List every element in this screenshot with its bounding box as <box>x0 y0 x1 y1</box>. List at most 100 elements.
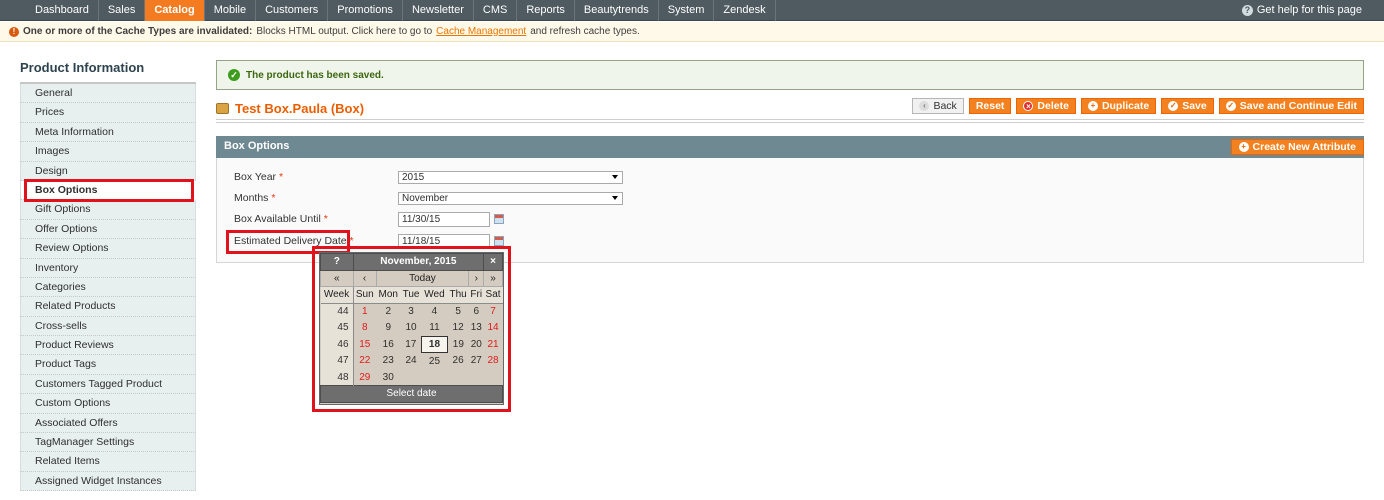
calendar-day[interactable]: 30 <box>376 369 400 386</box>
calendar-day[interactable]: 10 <box>400 320 421 337</box>
next-year-button[interactable]: » <box>483 269 503 287</box>
help-link[interactable]: ? Get help for this page <box>1241 0 1362 21</box>
calendar-close-button[interactable]: × <box>483 253 503 271</box>
reset-button[interactable]: Reset <box>968 98 1012 114</box>
nav-item-sales[interactable]: Sales <box>99 0 146 21</box>
calendar-day[interactable]: 4 <box>422 303 448 320</box>
tab-product-tags[interactable]: Product Tags <box>20 355 196 375</box>
calendar-day[interactable]: 25 <box>422 353 448 370</box>
calendar-day[interactable]: 19 <box>447 336 469 353</box>
nav-item-mobile[interactable]: Mobile <box>205 0 257 21</box>
nav-item-beautytrends[interactable]: Beautytrends <box>575 0 659 21</box>
help-icon: ? <box>1241 5 1253 16</box>
tab-inventory[interactable]: Inventory <box>20 258 196 278</box>
save-continue-button[interactable]: ✓ Save and Continue Edit <box>1218 98 1364 114</box>
calendar-day[interactable]: 12 <box>447 320 469 337</box>
calendar-day[interactable]: 2 <box>376 303 400 320</box>
duplicate-button[interactable]: + Duplicate <box>1080 98 1157 114</box>
calendar-day[interactable]: 8 <box>353 320 376 337</box>
tab-review-options[interactable]: Review Options <box>20 239 196 259</box>
calendar-day[interactable]: 3 <box>400 303 421 320</box>
tab-custom-options[interactable]: Custom Options <box>20 394 196 414</box>
duplicate-label: Duplicate <box>1101 100 1150 112</box>
calendar-icon[interactable] <box>494 214 504 224</box>
tab-meta-information[interactable]: Meta Information <box>20 122 196 143</box>
tab-prices[interactable]: Prices <box>20 103 196 123</box>
delete-button[interactable]: × Delete <box>1016 98 1076 114</box>
tab-categories[interactable]: Categories <box>20 277 196 298</box>
calendar-empty-cell <box>447 369 469 386</box>
available-until-input[interactable]: 11/30/15 <box>398 211 490 227</box>
next-month-button[interactable]: › <box>468 269 485 287</box>
today-button[interactable]: Today <box>375 269 470 287</box>
top-navigation: Dashboard Sales Catalog Mobile Customers Prom… <box>0 0 1384 21</box>
notice-text: Blocks HTML output. Click here to go to <box>256 25 433 37</box>
weekday-mon: Mon <box>376 286 401 304</box>
box-year-select[interactable]: 2015 <box>398 170 623 184</box>
tab-related-products[interactable]: Related Products <box>20 297 196 317</box>
calendar-day[interactable]: 26 <box>447 353 469 370</box>
calendar-day[interactable]: 21 <box>484 336 503 353</box>
calendar-day[interactable]: 17 <box>400 336 421 353</box>
calendar-day[interactable]: 18 <box>421 335 448 353</box>
calendar-day[interactable]: 29 <box>353 369 376 386</box>
prev-year-button[interactable]: « <box>320 269 354 287</box>
add-icon: + <box>1087 101 1098 111</box>
calendar-day[interactable]: 5 <box>447 303 469 320</box>
calendar-day[interactable]: 6 <box>469 303 484 320</box>
calendar-day[interactable]: 24 <box>400 353 421 370</box>
tab-product-reviews[interactable]: Product Reviews <box>20 336 196 356</box>
calendar-day[interactable]: 11 <box>422 320 448 337</box>
tab-gift-options[interactable]: Gift Options <box>20 200 196 220</box>
calendar-day[interactable]: 1 <box>353 303 376 320</box>
create-attribute-button[interactable]: + Create New Attribute <box>1230 139 1364 155</box>
action-buttons: ‹ Back Reset × Delete + Duplicate ✓ Save… <box>912 98 1364 114</box>
tab-assigned-widget-instances[interactable]: Assigned Widget Instances <box>20 471 196 492</box>
tab-general[interactable]: General <box>20 84 196 104</box>
calendar-day[interactable]: 9 <box>376 320 400 337</box>
nav-item-promotions[interactable]: Promotions <box>328 0 403 21</box>
calendar-day[interactable]: 27 <box>469 353 484 370</box>
tab-cross-sells[interactable]: Cross-sells <box>20 316 196 337</box>
nav-item-cms[interactable]: CMS <box>474 0 518 21</box>
calendar-day[interactable]: 14 <box>484 320 503 337</box>
calendar-day[interactable]: 28 <box>484 353 503 370</box>
cache-management-link[interactable]: Cache Management <box>436 22 526 42</box>
back-button[interactable]: ‹ Back <box>912 98 964 114</box>
calendar-day[interactable]: 22 <box>353 353 376 370</box>
calendar-day[interactable]: 16 <box>376 336 400 353</box>
nav-item-newsletter[interactable]: Newsletter <box>403 0 474 21</box>
tab-tagmanager-settings[interactable]: TagManager Settings <box>20 433 196 453</box>
tab-associated-offers[interactable]: Associated Offers <box>20 413 196 434</box>
tab-offer-options[interactable]: Offer Options <box>20 219 196 240</box>
calendar-day[interactable]: 7 <box>484 303 503 320</box>
nav-item-zendesk[interactable]: Zendesk <box>714 0 776 21</box>
nav-item-reports[interactable]: Reports <box>517 0 575 21</box>
calendar-icon[interactable] <box>494 236 504 246</box>
save-button[interactable]: ✓ Save <box>1161 98 1214 114</box>
prev-month-button[interactable]: ‹ <box>352 269 377 287</box>
calendar-empty-cell <box>400 369 421 386</box>
nav-item-dashboard[interactable]: Dashboard <box>26 0 99 21</box>
calendar-day[interactable]: 13 <box>469 320 484 337</box>
week-number: 45 <box>320 319 354 336</box>
nav-item-system[interactable]: System <box>659 0 715 21</box>
notice-bold: One or more of the Cache Types are inval… <box>23 25 253 37</box>
nav-item-customers[interactable]: Customers <box>256 0 329 21</box>
box-options-header: Box Options <box>216 136 1364 158</box>
week-number: 44 <box>320 303 354 320</box>
nav-item-catalog[interactable]: Catalog <box>145 0 205 21</box>
tab-images[interactable]: Images <box>20 142 196 162</box>
tab-related-items[interactable]: Related Items <box>20 452 196 472</box>
months-select[interactable]: November <box>398 191 623 205</box>
calendar-help-button[interactable]: ? <box>320 253 354 271</box>
months-row: Months * November <box>234 189 623 207</box>
weekday-fri: Fri <box>468 286 484 304</box>
calendar-day[interactable]: 23 <box>376 353 400 370</box>
calendar-empty-cell <box>422 369 448 386</box>
calendar-day[interactable]: 15 <box>353 336 376 353</box>
box-year-label: Box Year * <box>234 171 398 183</box>
calendar-day[interactable]: 20 <box>469 336 484 353</box>
tab-customers-tagged-product[interactable]: Customers Tagged Product <box>20 374 196 395</box>
success-text: The product has been saved. <box>246 69 384 81</box>
